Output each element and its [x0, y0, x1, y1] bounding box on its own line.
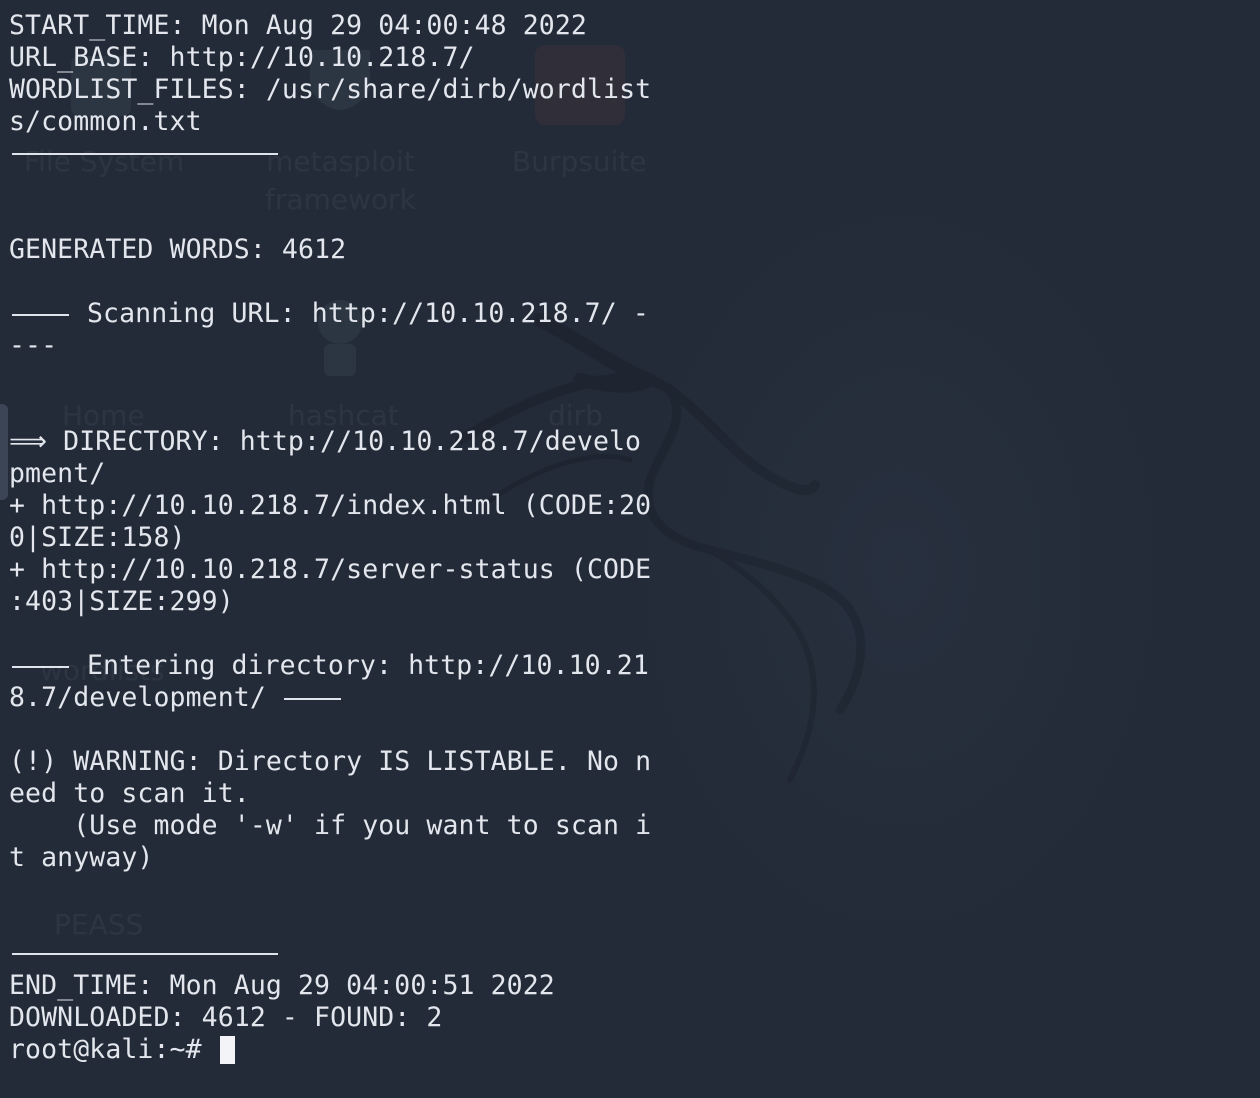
index-html-result: + http://10.10.218.7/index.html (CODE:20 — [9, 490, 652, 521]
separator-rule — [12, 153, 278, 155]
text-cursor — [219, 1036, 235, 1064]
warning-hint-line-wrap: t anyway) — [9, 842, 154, 873]
separator-rule — [12, 953, 278, 955]
server-status-result-wrap: :403|SIZE:299) — [9, 586, 234, 617]
scanning-url-line-wrap: --- — [9, 330, 58, 361]
generated-words-line: GENERATED WORDS: 4612 — [9, 234, 347, 265]
scanning-url-line: Scanning URL: http://10.10.218.7/ - — [9, 298, 651, 330]
scanning-url-text: Scanning URL: http://10.10.218.7/ - — [87, 298, 649, 329]
dash-separator — [283, 697, 341, 700]
warning-line-wrap: eed to scan it. — [9, 778, 250, 809]
warning-hint-line: (Use mode '-w' if you want to scan i — [9, 810, 652, 841]
end-time-line: END_TIME: Mon Aug 29 04:00:51 2022 — [9, 970, 555, 1001]
wordlist-files-line-wrap: s/common.txt — [9, 106, 202, 137]
entering-directory-line-wrap: 8.7/development/ — [9, 682, 651, 714]
downloaded-line: DOWNLOADED: 4612 - FOUND: 2 — [9, 1002, 443, 1033]
index-html-result-wrap: 0|SIZE:158) — [9, 522, 186, 553]
terminal-output[interactable]: START_TIME: Mon Aug 29 04:00:48 2022 URL… — [9, 10, 651, 1066]
start-time-line: START_TIME: Mon Aug 29 04:00:48 2022 — [9, 10, 587, 41]
entering-directory-line: Entering directory: http://10.10.21 — [9, 650, 651, 682]
entering-directory-wrap-text: 8.7/development/ — [9, 682, 266, 713]
server-status-result: + http://10.10.218.7/server-status (CODE — [9, 554, 652, 585]
shell-prompt-line[interactable]: root@kali:~# — [9, 1034, 651, 1066]
shell-prompt: root@kali:~# — [9, 1034, 218, 1065]
window-edge-handle[interactable] — [0, 404, 8, 500]
directory-line-wrap: pment/ — [9, 458, 106, 489]
entering-directory-text: Entering directory: http://10.10.21 — [87, 650, 649, 681]
warning-line: (!) WARNING: Directory IS LISTABLE. No n — [9, 746, 652, 777]
dash-separator — [12, 665, 69, 668]
wordlist-files-line: WORDLIST_FILES: /usr/share/dirb/wordlist — [9, 74, 652, 105]
dash-separator — [12, 313, 69, 316]
directory-line: ⟹ DIRECTORY: http://10.10.218.7/develo — [9, 426, 642, 457]
url-base-line: URL_BASE: http://10.10.218.7/ — [9, 42, 475, 73]
